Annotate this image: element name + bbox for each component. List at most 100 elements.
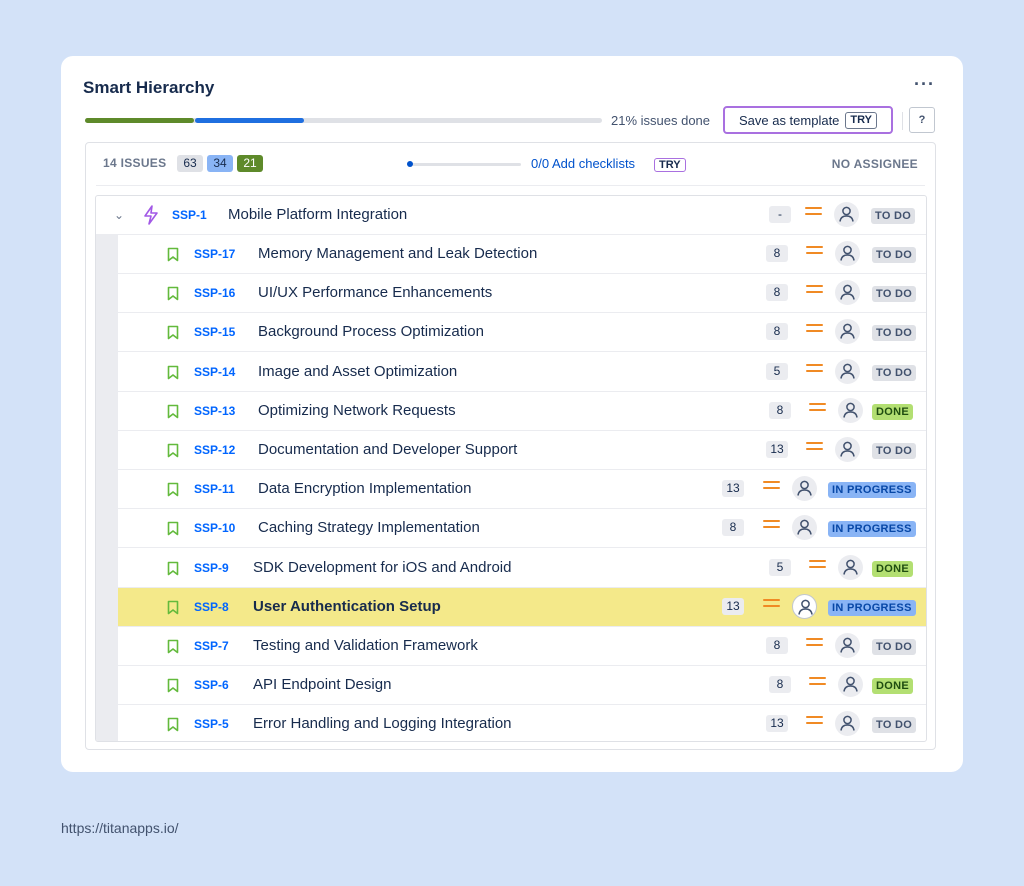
issue-key[interactable]: SSP-14 — [194, 365, 235, 379]
priority-medium-icon — [806, 716, 823, 728]
issue-key[interactable]: SSP-10 — [194, 521, 235, 535]
issue-summary[interactable]: User Authentication Setup — [253, 598, 441, 615]
status-badge[interactable]: DONE — [872, 560, 913, 577]
issue-summary[interactable]: Documentation and Developer Support — [258, 441, 517, 458]
issue-key[interactable]: SSP-13 — [194, 404, 235, 418]
unassigned-avatar-icon[interactable] — [838, 554, 863, 580]
unassigned-avatar-icon[interactable] — [835, 241, 860, 266]
hierarchy-indent-strip — [96, 235, 118, 741]
child-issue-row[interactable]: SSP-17 Memory Management and Leak Detecti… — [118, 235, 926, 274]
issue-summary[interactable]: Background Process Optimization — [258, 323, 484, 340]
unassigned-avatar-icon[interactable] — [838, 672, 863, 698]
unassigned-avatar-icon[interactable] — [835, 319, 860, 345]
issue-summary[interactable]: Caching Strategy Implementation — [258, 519, 480, 536]
issue-key[interactable]: SSP-8 — [194, 600, 229, 614]
smart-hierarchy-card: Smart Hierarchy ··· 21% issues done Save… — [61, 56, 963, 772]
issue-list: ⌄ SSP-1 Mobile Platform Integration - TO… — [95, 195, 927, 742]
status-badge[interactable]: DONE — [872, 403, 913, 420]
priority-medium-icon — [806, 363, 823, 376]
unassigned-avatar-icon[interactable] — [792, 515, 817, 541]
try-badge: TRY — [845, 111, 878, 129]
save-as-template-button[interactable]: Save as template TRY — [723, 106, 893, 134]
issue-summary[interactable]: Data Encryption Implementation — [258, 480, 471, 497]
unassigned-avatar-icon[interactable] — [835, 633, 860, 658]
unassigned-avatar-icon[interactable] — [835, 358, 860, 384]
status-badge[interactable]: TO DO — [872, 717, 917, 734]
child-issue-row[interactable]: SSP-5 Error Handling and Logging Integrat… — [118, 705, 926, 741]
issue-key[interactable]: SSP-7 — [194, 639, 229, 653]
status-badge[interactable]: IN PROGRESS — [828, 599, 916, 616]
status-badge[interactable]: IN PROGRESS — [828, 521, 916, 538]
status-badge[interactable]: TO DO — [872, 364, 917, 381]
story-bookmark-icon — [167, 365, 179, 385]
issue-key[interactable]: SSP-1 — [172, 208, 207, 222]
issue-summary[interactable]: SDK Development for iOS and Android — [253, 559, 511, 576]
issue-summary[interactable]: Image and Asset Optimization — [258, 363, 457, 380]
todo-points-badge: 63 — [177, 155, 203, 172]
story-points-badge: 8 — [766, 637, 788, 654]
status-badge[interactable]: IN PROGRESS — [828, 482, 916, 499]
issue-key[interactable]: SSP-15 — [194, 325, 235, 339]
story-points-badge: 8 — [766, 323, 788, 341]
story-bookmark-icon — [167, 482, 179, 502]
priority-medium-icon — [763, 598, 780, 611]
story-bookmark-icon — [167, 443, 179, 463]
child-issue-row[interactable]: SSP-14 Image and Asset Optimization 5 TO DO — [118, 353, 926, 392]
issue-summary[interactable]: Mobile Platform Integration — [228, 206, 407, 223]
story-bookmark-icon — [167, 404, 179, 424]
more-options-icon[interactable]: ··· — [914, 74, 935, 95]
no-assignee-label[interactable]: NO ASSIGNEE — [832, 157, 918, 171]
issue-summary[interactable]: Error Handling and Logging Integration — [253, 715, 512, 732]
priority-medium-icon — [806, 442, 823, 454]
status-badge[interactable]: DONE — [872, 678, 913, 695]
chevron-down-icon[interactable]: ⌄ — [114, 208, 124, 222]
unassigned-avatar-icon[interactable] — [792, 476, 817, 502]
issue-key[interactable]: SSP-17 — [194, 247, 235, 261]
story-bookmark-icon — [167, 639, 179, 659]
status-badge[interactable]: TO DO — [872, 247, 917, 263]
help-button[interactable]: ? — [909, 107, 935, 133]
issue-key[interactable]: SSP-5 — [194, 717, 229, 731]
checklist-progress-bar — [407, 163, 521, 166]
issue-summary[interactable]: Testing and Validation Framework — [253, 637, 478, 654]
status-badge[interactable]: TO DO — [872, 286, 917, 303]
story-points-badge: 8 — [769, 401, 791, 419]
panel-title: Smart Hierarchy — [83, 78, 215, 97]
child-issue-row[interactable]: SSP-13 Optimizing Network Requests 8 DONE — [118, 392, 926, 431]
status-badge[interactable]: TO DO — [871, 208, 916, 224]
unassigned-avatar-icon[interactable] — [792, 593, 817, 619]
issue-summary[interactable]: API Endpoint Design — [253, 676, 391, 693]
child-issue-row[interactable]: SSP-11 Data Encryption Implementation 13 IN… — [118, 470, 926, 510]
unassigned-avatar-icon[interactable] — [835, 280, 860, 306]
priority-medium-icon — [763, 481, 780, 493]
status-badge[interactable]: TO DO — [872, 325, 917, 342]
child-issue-row[interactable]: SSP-8 User Authentication Setup 13 IN PROGR… — [118, 587, 926, 627]
story-bookmark-icon — [167, 600, 179, 620]
child-issue-row[interactable]: SSP-9 SDK Development for iOS and Android… — [118, 549, 926, 588]
issue-key[interactable]: SSP-12 — [194, 443, 235, 457]
unassigned-avatar-icon[interactable] — [835, 437, 860, 462]
issue-summary[interactable]: Memory Management and Leak Detection — [258, 245, 537, 262]
story-bookmark-icon — [167, 561, 179, 581]
issue-summary[interactable]: Optimizing Network Requests — [258, 402, 456, 419]
child-issue-row[interactable]: SSP-12 Documentation and Developer Suppor… — [118, 431, 926, 470]
child-issue-row[interactable]: SSP-16 UI/UX Performance Enhancements 8 TO … — [118, 274, 926, 314]
child-issue-row[interactable]: SSP-7 Testing and Validation Framework 8 TO… — [118, 627, 926, 666]
unassigned-avatar-icon[interactable] — [834, 202, 859, 227]
issue-key[interactable]: SSP-6 — [194, 678, 229, 692]
unassigned-avatar-icon[interactable] — [835, 711, 860, 737]
unassigned-avatar-icon[interactable] — [838, 397, 863, 423]
status-badge[interactable]: TO DO — [872, 443, 917, 459]
issue-key[interactable]: SSP-16 — [194, 286, 235, 300]
issue-summary[interactable]: UI/UX Performance Enhancements — [258, 284, 492, 301]
child-issue-row[interactable]: SSP-15 Background Process Optimization 8 TO… — [118, 313, 926, 353]
issue-key[interactable]: SSP-11 — [194, 482, 235, 496]
child-issue-row[interactable]: SSP-10 Caching Strategy Implementation 8 IN… — [118, 509, 926, 549]
status-badge[interactable]: TO DO — [872, 639, 917, 655]
parent-issue-row[interactable]: ⌄ SSP-1 Mobile Platform Integration - TO… — [96, 196, 926, 235]
epic-lightning-icon — [142, 205, 160, 230]
priority-medium-icon — [806, 246, 823, 258]
issue-key[interactable]: SSP-9 — [194, 561, 229, 575]
child-issue-row[interactable]: SSP-6 API Endpoint Design 8 DONE — [118, 666, 926, 706]
add-checklists-link[interactable]: 0/0 Add checklists — [531, 156, 635, 171]
